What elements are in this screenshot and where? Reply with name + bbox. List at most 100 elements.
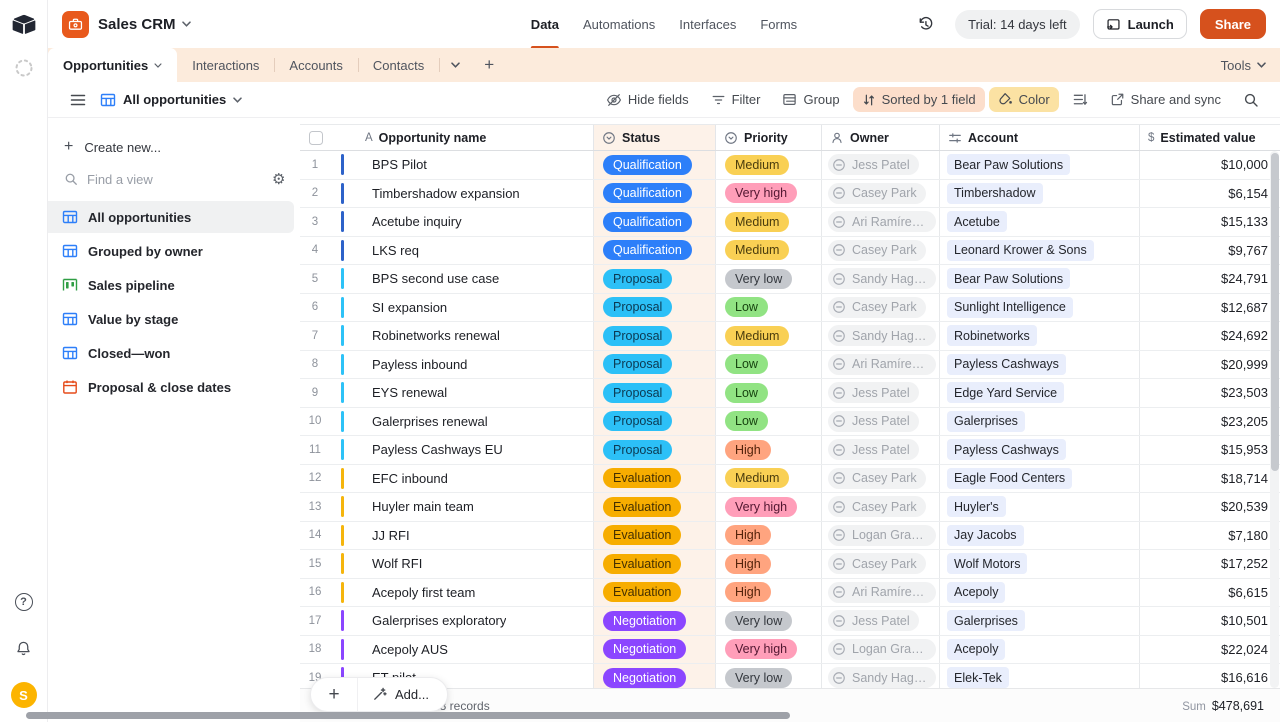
priority-cell[interactable]: Medium (716, 208, 822, 236)
estimated-value-cell[interactable]: $9,767 (1140, 237, 1280, 265)
account-cell[interactable]: Sunlight Intelligence (940, 294, 1140, 322)
account-cell[interactable]: Edge Yard Service (940, 379, 1140, 407)
airtable-logo-icon[interactable] (12, 12, 36, 36)
estimated-value-cell[interactable]: $6,615 (1140, 579, 1280, 607)
column-header-opportunity-name[interactable]: A Opportunity name (300, 125, 594, 150)
status-cell[interactable]: Qualification (594, 180, 716, 208)
column-header-estimated-value[interactable]: $ Estimated value (1140, 125, 1280, 150)
opportunity-name-cell[interactable]: Acetube inquiry (372, 214, 462, 229)
status-cell[interactable]: Proposal (594, 408, 716, 436)
account-cell[interactable]: Bear Paw Solutions (940, 151, 1140, 179)
owner-chip[interactable]: Jess Patel (828, 610, 919, 631)
status-cell[interactable]: Proposal (594, 351, 716, 379)
priority-badge[interactable]: Low (725, 297, 768, 317)
status-badge[interactable]: Negotiation (603, 668, 686, 688)
status-badge[interactable]: Proposal (603, 440, 672, 460)
account-cell[interactable]: Eagle Food Centers (940, 465, 1140, 493)
priority-cell[interactable]: Low (716, 351, 822, 379)
opportunity-name-cell[interactable]: Payless Cashways EU (372, 442, 503, 457)
status-badge[interactable]: Qualification (603, 212, 692, 232)
nav-data[interactable]: Data (531, 0, 559, 48)
owner-cell[interactable]: Casey Park (822, 180, 940, 208)
opportunity-name-cell[interactable]: BPS second use case (372, 271, 499, 286)
account-cell[interactable]: Acepoly (940, 636, 1140, 664)
account-cell[interactable]: Payless Cashways (940, 351, 1140, 379)
priority-badge[interactable]: Medium (725, 326, 789, 346)
priority-badge[interactable]: High (725, 554, 771, 574)
opportunity-name-cell[interactable]: Acepoly first team (372, 585, 475, 600)
status-badge[interactable]: Proposal (603, 269, 672, 289)
account-cell[interactable]: Acetube (940, 208, 1140, 236)
owner-chip[interactable]: Sandy Hagen (828, 268, 936, 289)
history-icon[interactable] (917, 16, 934, 33)
table-row[interactable]: 8 Payless inbound Proposal Low (300, 351, 1280, 380)
owner-cell[interactable]: Casey Park (822, 237, 940, 265)
search-button[interactable] (1234, 87, 1268, 113)
estimated-value-cell[interactable]: $10,501 (1140, 607, 1280, 635)
account-cell[interactable]: Huyler's (940, 493, 1140, 521)
tab-list-chevron-icon[interactable] (439, 48, 472, 82)
priority-cell[interactable]: Medium (716, 151, 822, 179)
status-cell[interactable]: Qualification (594, 151, 716, 179)
priority-badge[interactable]: Low (725, 354, 768, 374)
sidebar-view-item[interactable]: Closed—won (48, 337, 294, 369)
account-chip[interactable]: Sunlight Intelligence (947, 297, 1073, 318)
priority-badge[interactable]: Low (725, 411, 768, 431)
sidebar-view-item[interactable]: All opportunities (48, 201, 294, 233)
owner-chip[interactable]: Jess Patel (828, 382, 919, 403)
table-row[interactable]: 5 BPS second use case Proposal Very low (300, 265, 1280, 294)
status-badge[interactable]: Proposal (603, 411, 672, 431)
notifications-bell-icon[interactable] (12, 636, 36, 660)
table-row[interactable]: 3 Acetube inquiry Qualification Medium (300, 208, 1280, 237)
owner-cell[interactable]: Jess Patel (822, 436, 940, 464)
estimated-value-cell[interactable]: $20,539 (1140, 493, 1280, 521)
estimated-value-cell[interactable]: $20,999 (1140, 351, 1280, 379)
estimated-value-cell[interactable]: $15,133 (1140, 208, 1280, 236)
status-badge[interactable]: Proposal (603, 354, 672, 374)
chevron-down-icon[interactable] (182, 21, 191, 27)
status-cell[interactable]: Evaluation (594, 493, 716, 521)
status-cell[interactable]: Qualification (594, 208, 716, 236)
owner-cell[interactable]: Jess Patel (822, 408, 940, 436)
account-chip[interactable]: Bear Paw Solutions (947, 268, 1070, 289)
opportunity-name-cell[interactable]: BPS Pilot (372, 157, 427, 172)
find-view-input[interactable] (87, 172, 263, 187)
base-title[interactable]: Sales CRM (98, 16, 176, 33)
priority-badge[interactable]: Very high (725, 183, 797, 203)
owner-cell[interactable]: Logan Grandmont (822, 636, 940, 664)
help-icon[interactable]: ? (12, 590, 36, 614)
status-badge[interactable]: Qualification (603, 240, 692, 260)
status-cell[interactable]: Negotiation (594, 636, 716, 664)
tab-contacts[interactable]: Contacts (358, 48, 439, 82)
add-table-button[interactable]: + (472, 48, 506, 82)
select-all-checkbox[interactable] (309, 131, 323, 145)
estimated-value-cell[interactable]: $24,692 (1140, 322, 1280, 350)
opportunity-name-cell[interactable]: Galerprises renewal (372, 414, 488, 429)
owner-chip[interactable]: Jess Patel (828, 154, 919, 175)
estimated-value-cell[interactable]: $6,154 (1140, 180, 1280, 208)
owner-cell[interactable]: Casey Park (822, 465, 940, 493)
tools-menu[interactable]: Tools (1221, 58, 1266, 73)
owner-chip[interactable]: Ari Ramírez-Medina (828, 211, 936, 232)
opportunity-name-cell[interactable]: SI expansion (372, 300, 447, 315)
opportunity-name-cell[interactable]: Galerprises exploratory (372, 613, 506, 628)
opportunity-name-cell[interactable]: Payless inbound (372, 357, 467, 372)
table-row[interactable]: 10 Galerprises renewal Proposal Low (300, 408, 1280, 437)
filter-button[interactable]: Filter (702, 87, 770, 112)
table-row[interactable]: 11 Payless Cashways EU Proposal High (300, 436, 1280, 465)
owner-cell[interactable]: Jess Patel (822, 151, 940, 179)
column-header-account[interactable]: Account (940, 125, 1140, 150)
account-cell[interactable]: Bear Paw Solutions (940, 265, 1140, 293)
account-chip[interactable]: Wolf Motors (947, 553, 1027, 574)
hide-fields-button[interactable]: Hide fields (597, 87, 698, 113)
sidebar-view-item[interactable]: Sales pipeline (48, 269, 294, 301)
opportunity-name-cell[interactable]: EFC inbound (372, 471, 448, 486)
priority-badge[interactable]: Medium (725, 240, 789, 260)
estimated-value-cell[interactable]: $22,024 (1140, 636, 1280, 664)
owner-cell[interactable]: Jess Patel (822, 379, 940, 407)
account-cell[interactable]: Timbershadow (940, 180, 1140, 208)
opportunity-name-cell[interactable]: Huyler main team (372, 499, 474, 514)
owner-chip[interactable]: Casey Park (828, 297, 926, 318)
account-cell[interactable]: Acepoly (940, 579, 1140, 607)
priority-badge[interactable]: High (725, 525, 771, 545)
